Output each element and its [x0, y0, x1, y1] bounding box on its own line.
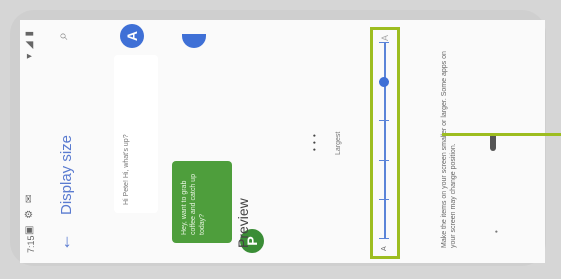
page-indicator: • • • — [310, 133, 319, 151]
system-icons: ▾ ◢ ▮ — [24, 30, 35, 59]
incoming-message-text: Hi Pete! Hi, what's up? — [123, 134, 130, 205]
size-label: Largest — [335, 131, 342, 155]
preview-chat: Hi Pete! Hi, what's up? A Hey, want to g… — [90, 20, 264, 263]
large-text-icon: A — [380, 34, 390, 41]
page-title: Display size — [58, 134, 75, 215]
display-size-settings: 7:15 ▣ ⚙ ✉ ▾ ◢ ▮ ← Display size ⌕ Hi Pet… — [20, 20, 545, 263]
slider-tick — [379, 238, 389, 239]
notification-icons: ▣ ⚙ ✉ — [24, 192, 35, 235]
avatar: A — [120, 24, 144, 48]
search-icon[interactable]: ⌕ — [54, 32, 71, 40]
status-time: 7:15 — [26, 235, 36, 253]
outgoing-message: Hey, want to grab coffee and catch up to… — [172, 161, 232, 243]
status-bar: 7:15 ▣ ⚙ ✉ ▾ ◢ ▮ — [20, 20, 42, 263]
slider-tick — [379, 42, 389, 43]
description-text: Make the items on your screen smaller or… — [441, 51, 457, 248]
size-slider-track[interactable] — [384, 43, 386, 239]
slider-tick — [379, 120, 389, 122]
incoming-message: Hi Pete! Hi, what's up? — [114, 55, 158, 213]
slider-tick — [379, 198, 389, 200]
phone-screen: 7:15 ▣ ⚙ ✉ ▾ ◢ ▮ ← Display size ⌕ Hi Pet… — [20, 20, 545, 263]
small-text-icon: A — [381, 246, 388, 251]
nav-dot: • — [492, 230, 501, 233]
display-size-slider-area: • • • Largest A A — [280, 20, 430, 263]
slider-tick — [379, 159, 389, 161]
outgoing-message-text: Hey, want to grab coffee and catch up to… — [181, 174, 206, 235]
app-bar: ← Display size ⌕ — [42, 20, 90, 263]
back-arrow-icon[interactable]: ← — [54, 233, 75, 251]
callout-line — [442, 133, 561, 136]
avatar — [182, 34, 206, 48]
preview-heading: Preview — [235, 198, 251, 248]
